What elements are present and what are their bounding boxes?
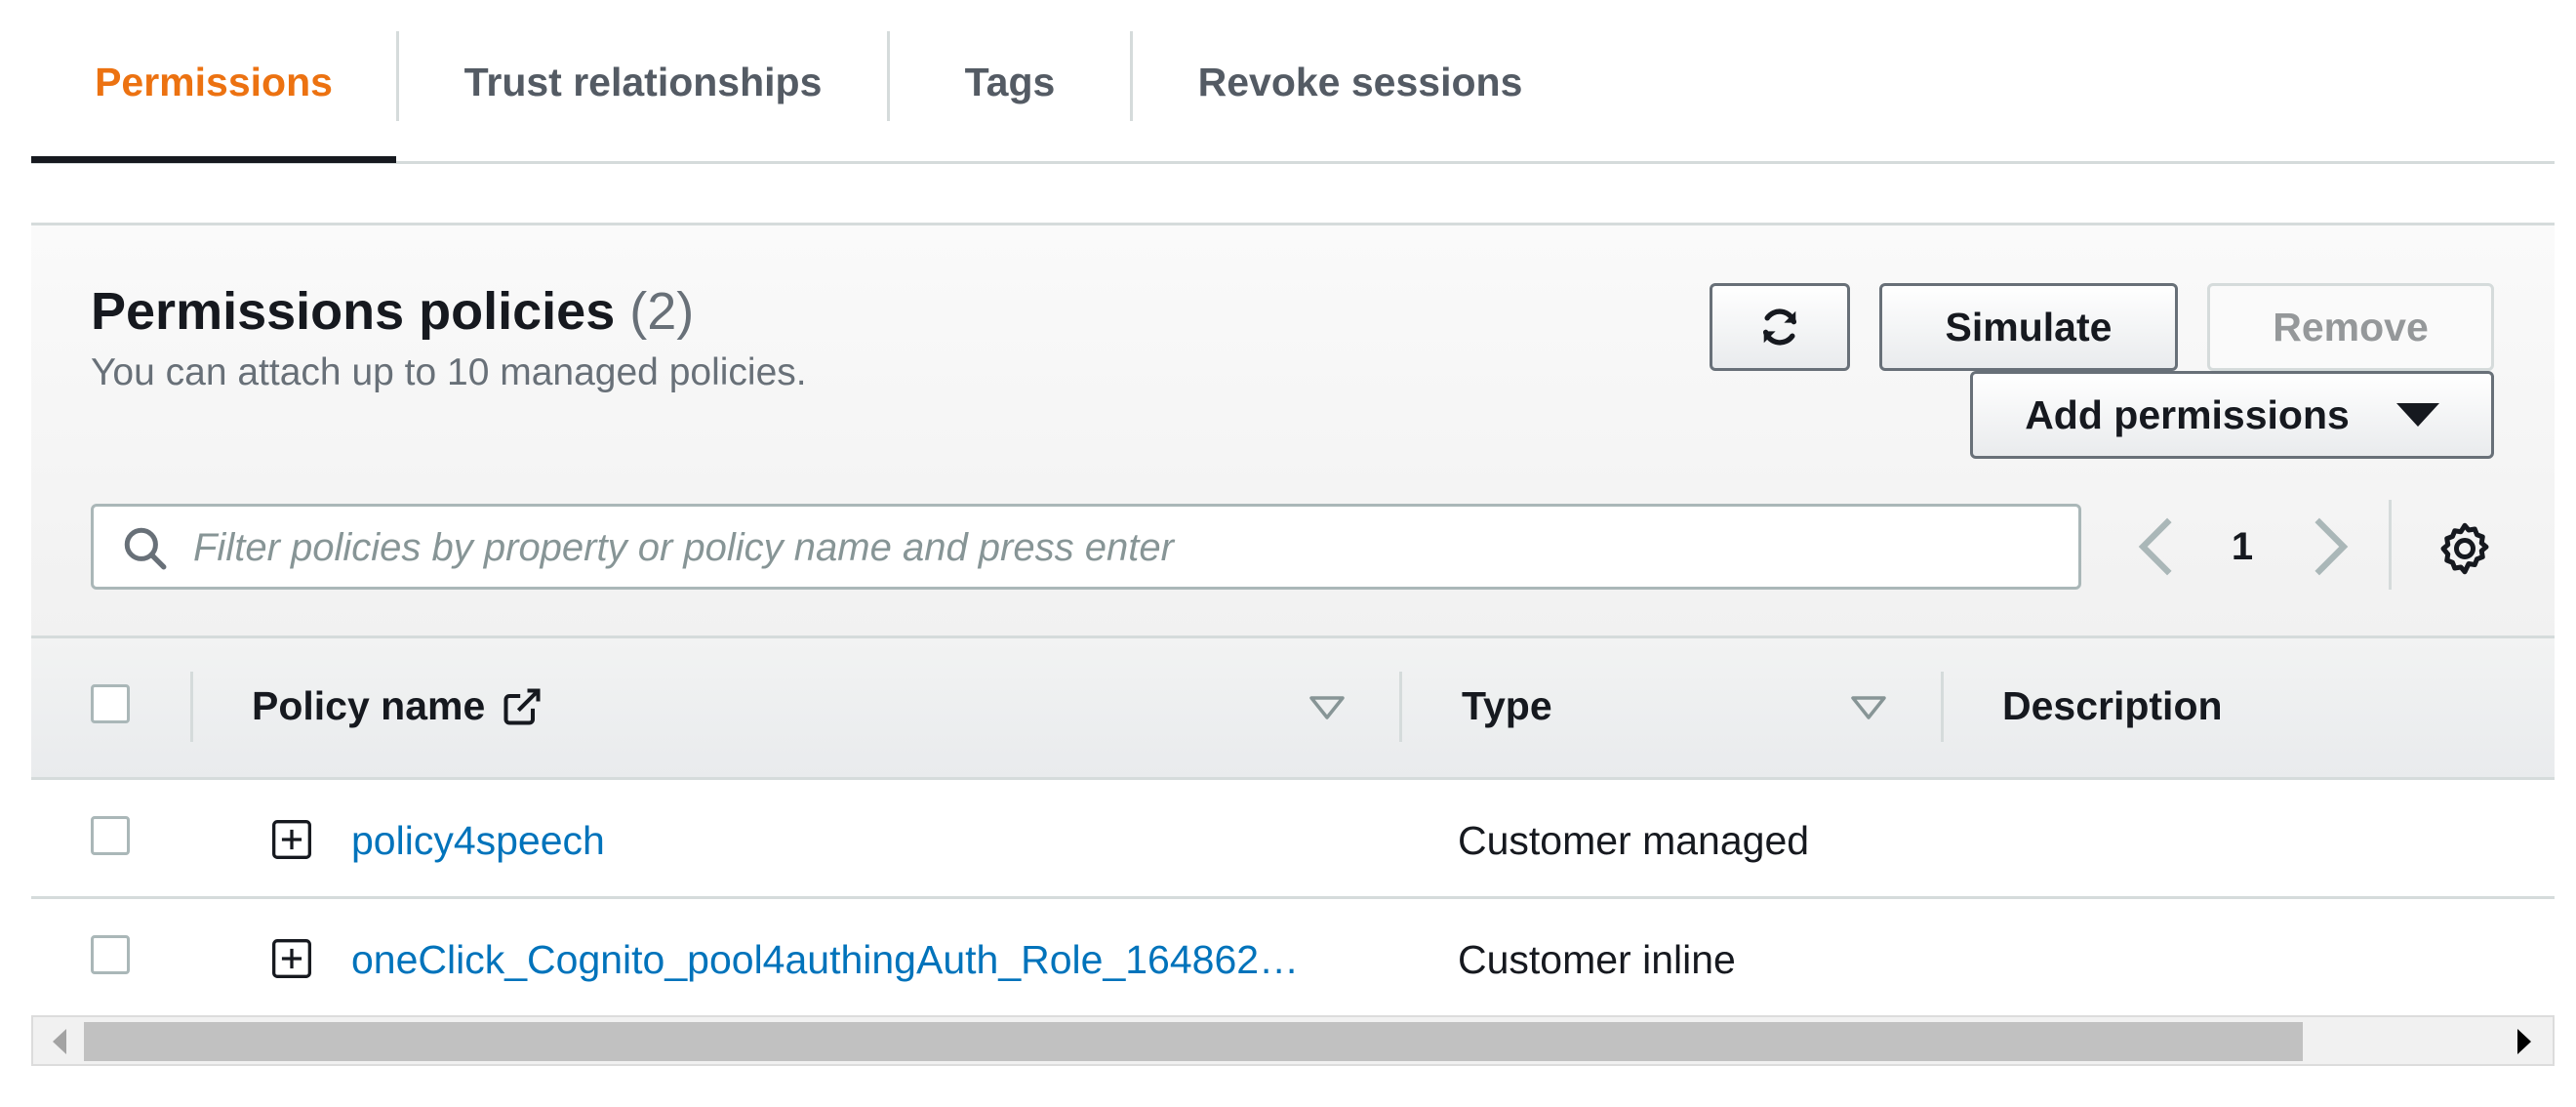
- chevron-right-icon[interactable]: [2305, 515, 2354, 578]
- simulate-button[interactable]: Simulate: [1879, 283, 2178, 371]
- column-header-policy-name[interactable]: Policy name: [252, 683, 543, 729]
- row-checkbox[interactable]: [91, 816, 130, 855]
- divider: [2389, 500, 2392, 590]
- column-divider: [1399, 672, 1402, 742]
- external-link-icon[interactable]: [501, 685, 543, 728]
- panel-title: Permissions policies (2): [91, 281, 694, 342]
- search-box: [91, 504, 2081, 590]
- policy-count: (2): [629, 282, 695, 341]
- tab-permissions[interactable]: Permissions: [31, 0, 396, 164]
- column-header-type[interactable]: Type: [1462, 683, 1552, 729]
- expand-icon[interactable]: [270, 937, 313, 980]
- select-all-checkbox[interactable]: [91, 684, 130, 723]
- panel-subtitle: You can attach up to 10 managed policies…: [91, 351, 807, 393]
- add-permissions-button[interactable]: Add permissions: [1970, 371, 2494, 459]
- panel-title-text: Permissions policies: [91, 282, 616, 341]
- horizontal-scrollbar[interactable]: [31, 1015, 2555, 1066]
- search-input[interactable]: [191, 507, 2069, 589]
- search-icon: [124, 527, 167, 570]
- remove-button[interactable]: Remove: [2207, 283, 2494, 371]
- column-divider: [190, 672, 193, 742]
- active-tab-indicator: [31, 156, 396, 163]
- refresh-icon: [1762, 308, 1797, 346]
- expand-icon[interactable]: [270, 818, 313, 861]
- chevron-left-icon[interactable]: [2133, 515, 2182, 578]
- tab-revoke-sessions[interactable]: Revoke sessions: [1133, 0, 1588, 164]
- refresh-button[interactable]: [1710, 283, 1850, 371]
- row-checkbox[interactable]: [91, 935, 130, 974]
- add-permissions-label: Add permissions: [2025, 391, 2350, 437]
- tab-trust-relationships[interactable]: Trust relationships: [399, 0, 887, 164]
- sort-down-icon[interactable]: [1308, 693, 1347, 722]
- tab-tags[interactable]: Tags: [890, 0, 1130, 164]
- scroll-left-arrow-icon[interactable]: [53, 1029, 66, 1054]
- page-number[interactable]: 1: [2221, 515, 2264, 578]
- policy-type: Customer managed: [1458, 818, 1810, 863]
- policy-type: Customer inline: [1458, 937, 1736, 982]
- tab-bar: Permissions Trust relationships Tags Rev…: [31, 0, 2555, 164]
- policy-name-link[interactable]: policy4speech: [351, 818, 605, 864]
- column-divider: [1941, 672, 1944, 742]
- policy-name-link[interactable]: oneClick_Cognito_pool4authingAuth_Role_1…: [351, 937, 1299, 983]
- column-header-label: Policy name: [252, 683, 486, 728]
- scrollbar-thumb[interactable]: [84, 1022, 2303, 1061]
- sort-down-icon[interactable]: [1849, 693, 1888, 722]
- gear-icon[interactable]: [2435, 519, 2494, 578]
- scroll-right-arrow-icon[interactable]: [2517, 1029, 2531, 1054]
- column-header-description[interactable]: Description: [2002, 683, 2223, 729]
- caret-down-icon: [2395, 403, 2439, 427]
